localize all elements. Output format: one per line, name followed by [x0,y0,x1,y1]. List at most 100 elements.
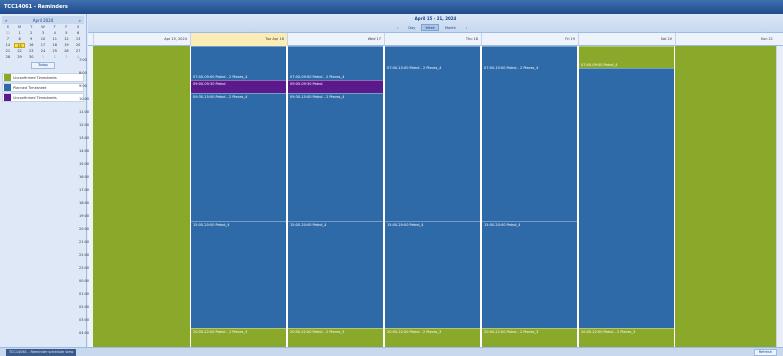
dow-label: T [53,25,56,29]
calendar-day[interactable]: 23 [25,49,37,54]
dow-label: T [30,25,33,29]
day-column-fri[interactable]: 07:00-15:00 Patrol - 2 Pieces_4 15:00-20… [481,46,578,347]
calendar-day[interactable]: 8 [14,37,26,42]
status-bar: TCC14061 - Reminder schedule view Refres… [0,347,783,356]
day-header[interactable]: Wed 17 [287,33,384,46]
event-block[interactable]: 09:00-09:30 Patrol [288,80,383,93]
today-button[interactable]: Today [31,62,55,69]
time-label: 19:00 [79,214,90,218]
event-label: 07:00-09:00 Patrol - 2 Pieces_4 [193,75,248,79]
calendar-day[interactable]: 29 [14,55,26,60]
calendar-day[interactable]: 10 [37,37,49,42]
next-range-button[interactable]: › [462,24,471,31]
calendar-day[interactable]: 25 [49,49,61,54]
event-block[interactable]: 20:00-22:00 Patrol - 2 Pieces_3 [385,328,480,347]
legend-item[interactable]: Planned Timesheet [2,83,84,92]
event-block[interactable]: 09:30-15:00 Patrol - 2 Pieces_4 [191,93,286,221]
day-header[interactable]: Thu 18 [384,33,481,46]
calendar-day[interactable]: 5 [61,31,73,36]
calendar-day[interactable]: 1 [14,31,26,36]
next-month-button[interactable]: » [79,18,81,23]
day-column-mon[interactable] [93,46,190,347]
window-title: TCC14061 - Reminders [0,0,783,14]
calendar-day[interactable]: 18 [49,43,61,48]
refresh-button[interactable]: Refresh [753,349,777,356]
day-column-thu[interactable]: 07:00-15:00 Patrol - 2 Pieces_4 15:00-20… [384,46,481,347]
time-label: 00:00 [79,279,90,283]
day-column-sun[interactable] [675,46,776,347]
calendar-day[interactable]: 2 [49,55,61,60]
view-week-button[interactable]: Week [421,24,439,31]
event-label: 07:00-09:00 Patrol_4 [581,63,618,67]
calendar-day[interactable]: 13 [72,37,84,42]
day-column-tue[interactable]: 07:00-09:00 Patrol - 2 Pieces_4 09:00-09… [190,46,287,347]
week-grid: 07:00-09:00 Patrol - 2 Pieces_4 09:00-09… [93,46,783,347]
legend-label: Unconfirmed Timesheets [13,95,57,100]
day-header[interactable]: Sat 20 [578,33,675,46]
prev-range-button[interactable]: ‹ [393,24,402,31]
event-block[interactable]: 07:00-09:00 Patrol_4 [579,46,674,68]
calendar-day[interactable]: 11 [49,37,61,42]
event-block[interactable]: 15:00-20:00 Patrol_4 [191,221,286,328]
legend-item[interactable]: Unconfirmed Timesheets [2,93,84,102]
legend: Unconfirmed Timesheets Planned Timesheet… [2,73,84,102]
day-header[interactable]: Apr 15, 2024 [93,33,190,46]
calendar-day[interactable]: 17 [37,43,49,48]
calendar-day[interactable]: 2 [25,31,37,36]
time-label: 23:00 [79,266,90,270]
calendar-day[interactable]: 3 [37,31,49,36]
event-block[interactable]: 09:30-15:00 Patrol - 2 Pieces_4 [288,93,383,221]
day-header[interactable]: Sun 21 [675,33,776,46]
calendar-day[interactable]: 26 [61,49,73,54]
calendar-day[interactable]: 9 [25,37,37,42]
event-block[interactable] [579,68,674,328]
left-panel: « April 2024 » S M T W T F S 31 1 2 3 4 … [0,14,87,347]
calendar-day[interactable]: 24 [37,49,49,54]
day-headers: Apr 15, 2024 Tue Apr 16 Wed 17 Thu 18 Fr… [88,33,783,46]
calendar-day[interactable]: 22 [14,49,26,54]
event-block[interactable]: 15:00-20:00 Patrol_4 [385,221,480,328]
event-block[interactable]: 15:00-20:00 Patrol_4 [482,221,577,328]
time-label: 22:00 [79,253,90,257]
time-label: 03:00 [79,318,90,322]
calendar-day[interactable]: 16 [25,43,37,48]
calendar-day[interactable]: 3 [61,55,73,60]
calendar-day[interactable]: 1 [37,55,49,60]
event-block[interactable]: 20:00-22:00 Patrol - 2 Pieces_3 [579,328,674,347]
event-block[interactable]: 07:00-15:00 Patrol - 2 Pieces_4 [482,46,577,221]
calendar-day[interactable]: 7 [2,37,14,42]
calendar-day[interactable]: 31 [2,31,14,36]
event-block[interactable]: 07:00-09:00 Patrol - 2 Pieces_4 [288,46,383,80]
day-header-today[interactable]: Tue Apr 16 [190,33,287,46]
dow-label: W [41,25,45,29]
view-day-button[interactable]: Day [404,24,419,31]
event-block[interactable]: 15:00-20:00 Patrol_4 [288,221,383,328]
event-block[interactable]: 20:00-22:00 Patrol - 2 Pieces_3 [288,328,383,347]
calendar-day[interactable]: 12 [61,37,73,42]
time-label: 12:00 [79,123,90,127]
prev-month-button[interactable]: « [5,18,7,23]
calendar-day[interactable]: 6 [72,31,84,36]
day-column-wed[interactable]: 07:00-09:00 Patrol - 2 Pieces_4 09:00-09… [287,46,384,347]
calendar-day[interactable]: 28 [2,55,14,60]
event-block[interactable]: 07:00-09:00 Patrol - 2 Pieces_4 [191,46,286,80]
view-month-button[interactable]: Month [441,24,460,31]
event-block[interactable]: 07:00-15:00 Patrol - 2 Pieces_4 [385,46,480,221]
day-column-sat[interactable]: 07:00-09:00 Patrol_4 20:00-22:00 Patrol … [578,46,675,347]
month-label[interactable]: April 2024 [33,18,54,23]
calendar-day[interactable]: 21 [2,49,14,54]
event-label: 15:00-20:00 Patrol_4 [193,223,230,227]
calendar-day[interactable]: 14 [2,43,14,48]
event-block[interactable]: 20:00-22:00 Patrol - 2 Pieces_3 [191,328,286,347]
event-block[interactable]: 09:00-09:30 Patrol [191,80,286,93]
event-label: 09:00-09:30 Patrol [193,82,226,86]
calendar-day[interactable]: 19 [61,43,73,48]
vertical-scrollbar[interactable] [776,46,783,347]
legend-item[interactable]: Unconfirmed Timesheets [2,73,84,82]
event-block[interactable]: 20:00-22:00 Patrol - 2 Pieces_3 [482,328,577,347]
day-header[interactable]: Fri 19 [481,33,578,46]
calendar-day[interactable]: 4 [49,31,61,36]
date-range-title: April 15 - 21, 2024 [414,16,457,21]
calendar-day[interactable]: 30 [25,55,37,60]
calendar-day-selected[interactable]: 15 [13,43,26,48]
